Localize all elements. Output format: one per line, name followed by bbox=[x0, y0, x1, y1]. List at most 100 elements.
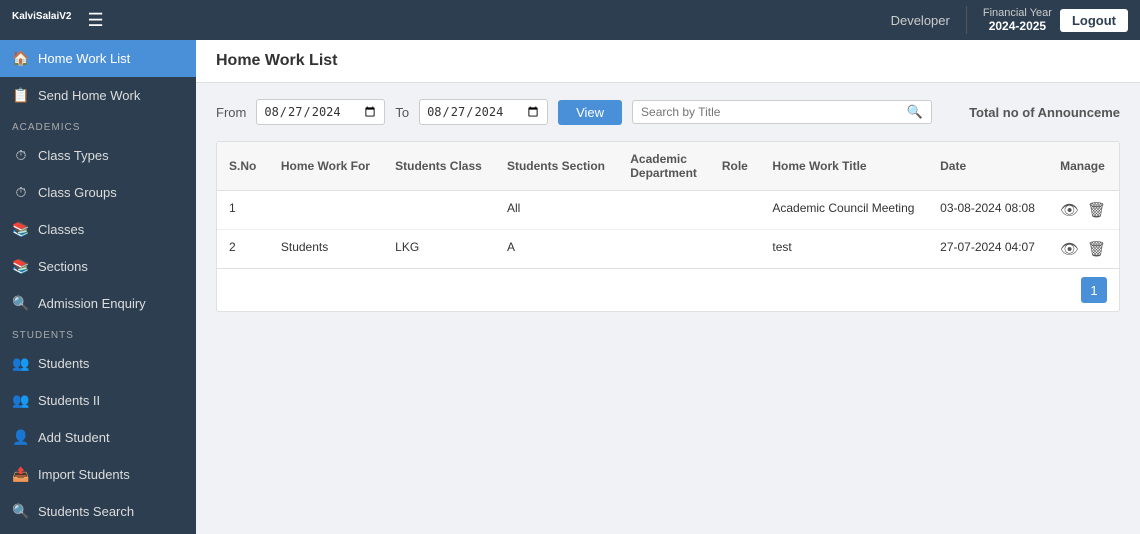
col-manage: Manage bbox=[1048, 142, 1119, 191]
students-icon: 👥 bbox=[12, 355, 30, 372]
sidebar-item-label: Sections bbox=[38, 259, 88, 274]
import-students-icon: 📤 bbox=[12, 466, 30, 483]
sidebar-item-class-groups[interactable]: ⏱ Class Groups bbox=[0, 174, 196, 211]
page-title: Home Work List bbox=[196, 40, 1140, 83]
action-icons: 👁 🗑 bbox=[1060, 201, 1107, 219]
sidebar-item-import-students[interactable]: 📤 Import Students bbox=[0, 456, 196, 493]
sidebar-item-label: Admission Enquiry bbox=[38, 296, 146, 311]
sidebar-item-label: Classes bbox=[38, 222, 84, 237]
sidebar-item-class-types[interactable]: ⏱ Class Types bbox=[0, 137, 196, 174]
sidebar-item-label: Send Home Work bbox=[38, 88, 140, 103]
sidebar-item-label: Students bbox=[38, 356, 89, 371]
main-content: Home Work List From To View 🔍 Total no o… bbox=[196, 40, 1140, 534]
cell-students-class: LKG bbox=[383, 230, 495, 269]
main-body: From To View 🔍 Total no of Announceme S.… bbox=[196, 83, 1140, 534]
cell-students-section: A bbox=[495, 230, 618, 269]
navbar-divider bbox=[966, 6, 967, 34]
delete-icon[interactable]: 🗑 bbox=[1087, 201, 1106, 219]
cell-sno: 1 bbox=[217, 191, 269, 230]
delete-icon[interactable]: 🗑 bbox=[1087, 240, 1106, 258]
classes-icon: 📚 bbox=[12, 221, 30, 238]
sections-icon: 📚 bbox=[12, 258, 30, 275]
navbar-right: Developer Financial Year 2024-2025 Logou… bbox=[891, 6, 1128, 34]
home-work-list-icon: 🏠 bbox=[12, 50, 30, 67]
hamburger-icon[interactable]: ☰ bbox=[88, 10, 104, 31]
cell-date: 03-08-2024 08:08 bbox=[928, 191, 1048, 230]
col-students-class: Students Class bbox=[383, 142, 495, 191]
view-button[interactable]: View bbox=[558, 100, 622, 125]
to-date-input[interactable] bbox=[419, 99, 548, 125]
table-row: 2 Students LKG A test 27-07-2024 04:07 👁 bbox=[217, 230, 1119, 269]
to-label: To bbox=[395, 105, 409, 120]
brand-name: KalviSalaiV2 bbox=[12, 11, 72, 29]
navbar: KalviSalaiV2 ☰ Developer Financial Year … bbox=[0, 0, 1140, 40]
academics-section-label: ACADEMICS bbox=[0, 114, 196, 137]
view-icon[interactable]: 👁 bbox=[1060, 201, 1079, 219]
sidebar-item-left-students[interactable]: 👤 Left Students bbox=[0, 530, 196, 534]
cell-date: 27-07-2024 04:07 bbox=[928, 230, 1048, 269]
table-header-row: S.No Home Work For Students Class Studen… bbox=[217, 142, 1119, 191]
from-date-input[interactable] bbox=[256, 99, 385, 125]
cell-students-section: All bbox=[495, 191, 618, 230]
cell-manage: 👁 🗑 bbox=[1048, 230, 1119, 269]
class-types-icon: ⏱ bbox=[12, 147, 30, 164]
sidebar-item-classes[interactable]: 📚 Classes bbox=[0, 211, 196, 248]
cell-role bbox=[710, 230, 761, 269]
cell-academic-department bbox=[618, 230, 710, 269]
layout: 🏠 Home Work List 📋 Send Home Work ACADEM… bbox=[0, 40, 1140, 534]
sidebar-item-label: Home Work List bbox=[38, 51, 130, 66]
homework-table: S.No Home Work For Students Class Studen… bbox=[216, 141, 1120, 312]
sidebar-item-label: Class Groups bbox=[38, 185, 117, 200]
sidebar-item-add-student[interactable]: 👤 Add Student bbox=[0, 419, 196, 456]
sidebar: 🏠 Home Work List 📋 Send Home Work ACADEM… bbox=[0, 40, 196, 534]
col-home-work-title: Home Work Title bbox=[760, 142, 928, 191]
col-home-work-for: Home Work For bbox=[269, 142, 383, 191]
col-academic-department: AcademicDepartment bbox=[618, 142, 710, 191]
cell-role bbox=[710, 191, 761, 230]
search-input[interactable] bbox=[641, 105, 901, 119]
filter-bar: From To View 🔍 Total no of Announceme bbox=[216, 99, 1120, 125]
cell-home-work-for: Students bbox=[269, 230, 383, 269]
students-section-label: STUDENTS bbox=[0, 322, 196, 345]
logout-button[interactable]: Logout bbox=[1060, 9, 1128, 32]
cell-academic-department bbox=[618, 191, 710, 230]
send-home-work-icon: 📋 bbox=[12, 87, 30, 104]
add-student-icon: 👤 bbox=[12, 429, 30, 446]
sidebar-item-label: Students Search bbox=[38, 504, 134, 519]
students-search-icon: 🔍 bbox=[12, 503, 30, 520]
sidebar-item-admission-enquiry[interactable]: 🔍 Admission Enquiry bbox=[0, 285, 196, 322]
col-students-section: Students Section bbox=[495, 142, 618, 191]
cell-sno: 2 bbox=[217, 230, 269, 269]
pagination: 1 bbox=[217, 268, 1119, 311]
sidebar-item-students-ii[interactable]: 👥 Students II bbox=[0, 382, 196, 419]
cell-home-work-title: Academic Council Meeting bbox=[760, 191, 928, 230]
developer-label: Developer bbox=[891, 13, 950, 28]
sidebar-item-students-search[interactable]: 🔍 Students Search bbox=[0, 493, 196, 530]
financial-year: Financial Year 2024-2025 bbox=[983, 7, 1052, 33]
cell-students-class bbox=[383, 191, 495, 230]
cell-manage: 👁 🗑 bbox=[1048, 191, 1119, 230]
search-icon: 🔍 bbox=[907, 104, 923, 120]
col-sno: S.No bbox=[217, 142, 269, 191]
sidebar-item-label: Students II bbox=[38, 393, 100, 408]
table-row: 1 All Academic Council Meeting 03-08-202… bbox=[217, 191, 1119, 230]
sidebar-item-label: Add Student bbox=[38, 430, 110, 445]
col-date: Date bbox=[928, 142, 1048, 191]
from-label: From bbox=[216, 105, 246, 120]
students-ii-icon: 👥 bbox=[12, 392, 30, 409]
view-icon[interactable]: 👁 bbox=[1060, 240, 1079, 258]
action-icons: 👁 🗑 bbox=[1060, 240, 1107, 258]
sidebar-item-send-home-work[interactable]: 📋 Send Home Work bbox=[0, 77, 196, 114]
cell-home-work-for bbox=[269, 191, 383, 230]
sidebar-item-label: Class Types bbox=[38, 148, 109, 163]
sidebar-item-label: Import Students bbox=[38, 467, 130, 482]
sidebar-item-home-work-list[interactable]: 🏠 Home Work List bbox=[0, 40, 196, 77]
total-announcements-label: Total no of Announceme bbox=[969, 105, 1120, 120]
sidebar-item-sections[interactable]: 📚 Sections bbox=[0, 248, 196, 285]
class-groups-icon: ⏱ bbox=[12, 184, 30, 201]
navbar-left: KalviSalaiV2 ☰ bbox=[12, 10, 104, 31]
search-box: 🔍 bbox=[632, 100, 932, 124]
page-1-button[interactable]: 1 bbox=[1081, 277, 1107, 303]
col-role: Role bbox=[710, 142, 761, 191]
sidebar-item-students[interactable]: 👥 Students bbox=[0, 345, 196, 382]
